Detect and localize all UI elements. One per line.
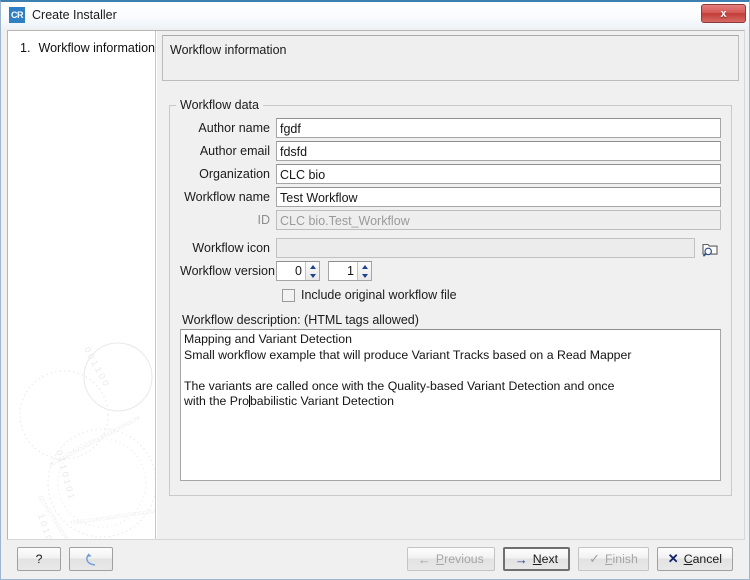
check-icon: ✓	[589, 551, 600, 566]
author-email-input[interactable]: fdsfd	[276, 141, 721, 161]
steps-sidebar: 1. Workflow information 0 0 1 1 0 0 0 1 …	[8, 31, 156, 539]
previous-button[interactable]: ← Previous	[406, 547, 495, 571]
svg-text:0 0 1 1 0 0: 0 0 1 1 0 0	[82, 345, 111, 387]
field-row-workflow-version: Workflow version 0 1	[180, 261, 721, 281]
x-icon: ✕	[667, 551, 679, 566]
cancel-label-rest: ancel	[692, 552, 722, 566]
create-installer-window: CR Create Installer x 1. Workflow inform…	[0, 0, 750, 580]
chevron-up-icon	[361, 264, 368, 269]
version-minor-stepper[interactable]	[357, 262, 371, 280]
window-title: Create Installer	[32, 8, 117, 22]
version-minor-up-button[interactable]	[358, 262, 371, 271]
arrow-right-icon: →	[514, 551, 528, 567]
label-workflow-name: Workflow name	[184, 190, 270, 204]
label-author-name: Author name	[198, 121, 270, 135]
finish-mnemonic: F	[604, 552, 613, 566]
dialog-footer: ? ← Previous → Next ✓ Finish ✕ Cancel	[7, 540, 743, 578]
svg-text:TTAGCCGATCGGATCCTAGGCTAACG: TTAGCCGATCGGATCCTAGGCTAACG	[69, 508, 156, 527]
chevron-up-icon	[309, 264, 316, 269]
step-label: Workflow information	[38, 41, 155, 55]
field-row-workflow-icon: Workflow icon	[180, 238, 721, 258]
cancel-button[interactable]: ✕ Cancel	[656, 547, 733, 571]
title-bar: CR Create Installer x	[1, 2, 749, 28]
sidebar-item-workflow-information[interactable]: 1. Workflow information	[20, 41, 155, 55]
version-major-spinner[interactable]: 0	[276, 261, 320, 281]
chevron-down-icon	[309, 273, 316, 278]
include-original-workflow-label: Include original workflow file	[301, 288, 457, 302]
clc-bio-watermark: 0 0 1 1 0 0 0 1 1 0 1 0 1 1 0 1 0 1 1 AC…	[19, 342, 156, 539]
pane-header: Workflow information	[162, 35, 739, 81]
field-row-author-name: Author name fgdf	[180, 118, 721, 138]
help-button[interactable]: ?	[17, 547, 61, 571]
undo-arrow-icon	[86, 553, 96, 566]
previous-mnemonic: P	[435, 552, 445, 566]
step-number: 1.	[20, 41, 31, 55]
svg-text:0 1 1 0 1 0 1: 0 1 1 0 1 0 1	[54, 449, 77, 500]
version-major-up-button[interactable]	[306, 262, 319, 271]
reset-button[interactable]	[69, 547, 113, 571]
label-organization: Organization	[199, 167, 270, 181]
next-label-rest: ext	[541, 552, 559, 566]
workflow-icon-input[interactable]	[276, 238, 695, 258]
version-minor-spinner[interactable]: 1	[328, 261, 372, 281]
field-row-author-email: Author email fdsfd	[180, 141, 721, 161]
description-label: Workflow description: (HTML tags allowed…	[182, 313, 419, 327]
include-original-workflow-checkbox[interactable]	[282, 288, 295, 302]
label-workflow-version: Workflow version	[180, 264, 275, 278]
workflow-name-input[interactable]: Test Workflow	[276, 187, 721, 207]
description-textarea[interactable]: Mapping and Variant Detection Small work…	[180, 329, 721, 481]
field-row-id: ID CLC bio.Test_Workflow	[180, 210, 721, 230]
content-pane: Workflow information Workflow data Autho…	[157, 31, 744, 539]
group-title: Workflow data	[176, 98, 263, 112]
label-author-email: Author email	[199, 144, 270, 158]
next-button[interactable]: → Next	[502, 547, 571, 571]
folder-search-icon[interactable]	[699, 238, 721, 258]
svg-text:1 0 1 0 1 1: 1 0 1 0 1 1	[36, 513, 59, 539]
arrow-left-icon: ←	[417, 551, 431, 567]
svg-text:GCTAGCTTAGGCATCCGATTACGGATCC: GCTAGCTTAGGCATCCGATTACGGATCC	[36, 495, 96, 539]
chevron-down-icon	[361, 273, 368, 278]
description-text-after-caret: babilistic Variant Detection	[249, 394, 394, 408]
app-icon: CR	[9, 7, 25, 23]
field-row-organization: Organization CLC bio	[180, 164, 721, 184]
id-input: CLC bio.Test_Workflow	[276, 210, 721, 230]
include-original-workflow-row[interactable]: Include original workflow file	[282, 286, 721, 304]
cancel-mnemonic: C	[683, 552, 693, 566]
version-major-stepper[interactable]	[305, 262, 319, 280]
version-minor-down-button[interactable]	[358, 271, 371, 280]
finish-label-rest: inish	[612, 552, 638, 566]
field-row-workflow-name: Workflow name Test Workflow	[180, 187, 721, 207]
label-id: ID	[257, 213, 271, 227]
version-major-down-button[interactable]	[306, 271, 319, 280]
version-major-value: 0	[295, 264, 302, 278]
workflow-data-group: Workflow data Author name fgdf Author em…	[169, 98, 732, 496]
svg-text:ACGTACGTACGGATCCTAGGCATAGCTA: ACGTACGTACGGATCCTAGGCATAGCTA	[48, 415, 142, 469]
version-minor-value: 1	[347, 264, 354, 278]
organization-input[interactable]: CLC bio	[276, 164, 721, 184]
author-name-input[interactable]: fgdf	[276, 118, 721, 138]
previous-label-rest: revious	[444, 552, 484, 566]
close-button[interactable]: x	[701, 4, 746, 23]
dialog-body: 1. Workflow information 0 0 1 1 0 0 0 1 …	[7, 30, 745, 540]
next-mnemonic: N	[532, 552, 542, 566]
finish-button[interactable]: ✓ Finish	[578, 547, 649, 571]
label-workflow-icon: Workflow icon	[192, 241, 270, 255]
